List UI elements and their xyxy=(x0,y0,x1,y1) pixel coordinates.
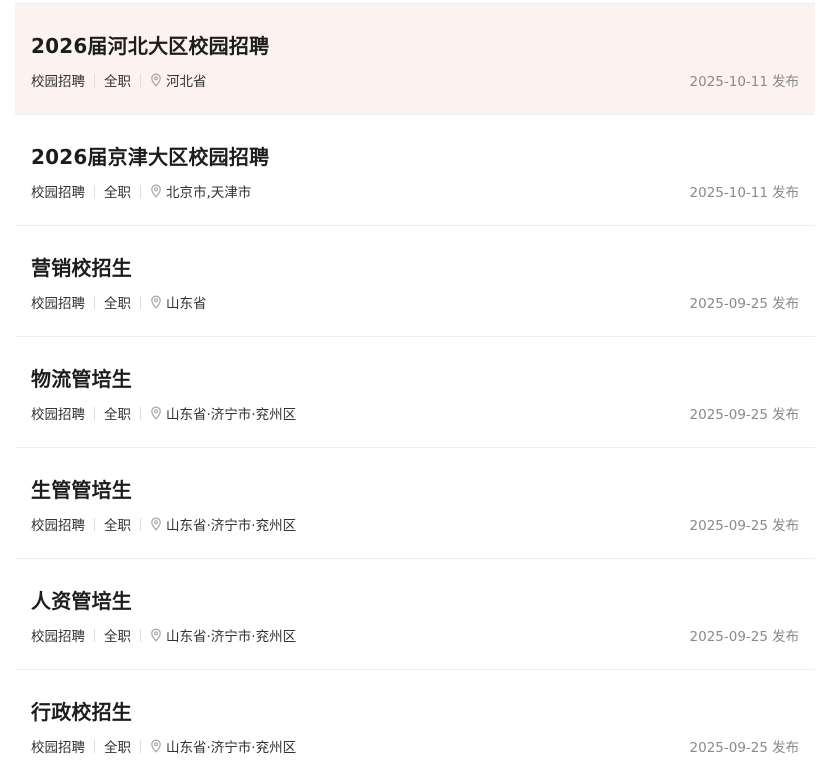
job-nature: 全职 xyxy=(104,629,131,645)
job-list: 2026届河北大区校园招聘 校园招聘 全职 河北省 2025-10-11 发布 2… xyxy=(15,3,815,780)
publish-date-value: 2025-09-25 xyxy=(689,407,768,423)
location-pin-icon xyxy=(151,739,161,753)
job-title[interactable]: 2026届河北大区校园招聘 xyxy=(31,30,269,59)
publish-date: 2025-09-25 发布 xyxy=(690,403,799,423)
job-meta: 校园招聘 全职 山东省·济宁市·兖州区 xyxy=(31,403,296,423)
meta-divider xyxy=(140,73,141,87)
publish-date: 2025-10-11 发布 xyxy=(690,181,799,201)
meta-divider xyxy=(140,184,141,198)
meta-divider xyxy=(140,628,141,642)
job-meta: 校园招聘 全职 河北省 xyxy=(31,70,207,90)
meta-divider xyxy=(140,295,141,309)
meta-divider xyxy=(94,295,95,309)
job-meta: 校园招聘 全职 山东省·济宁市·兖州区 xyxy=(31,736,296,756)
meta-divider xyxy=(94,406,95,420)
location-pin-icon xyxy=(151,628,161,642)
job-location: 河北省 xyxy=(166,74,207,90)
job-type: 校园招聘 xyxy=(31,185,85,201)
publish-date-value: 2025-09-25 xyxy=(689,629,768,645)
job-item[interactable]: 人资管培生 校园招聘 全职 山东省·济宁市·兖州区 2025-09-25 发布 xyxy=(15,558,815,669)
job-meta: 校园招聘 全职 山东省 xyxy=(31,292,207,312)
job-title[interactable]: 营销校招生 xyxy=(31,252,132,281)
location-pin-icon xyxy=(151,295,161,309)
job-item[interactable]: 营销校招生 校园招聘 全职 山东省 2025-09-25 发布 xyxy=(15,225,815,336)
job-location: 山东省 xyxy=(166,296,207,312)
job-meta: 校园招聘 全职 山东省·济宁市·兖州区 xyxy=(31,625,296,645)
publish-suffix: 发布 xyxy=(772,407,799,423)
job-item[interactable]: 行政校招生 校园招聘 全职 山东省·济宁市·兖州区 2025-09-25 发布 xyxy=(15,669,815,780)
publish-suffix: 发布 xyxy=(772,518,799,534)
job-title[interactable]: 行政校招生 xyxy=(31,696,132,725)
meta-divider xyxy=(140,739,141,753)
publish-date-value: 2025-10-11 xyxy=(689,74,768,90)
job-meta: 校园招聘 全职 山东省·济宁市·兖州区 xyxy=(31,514,296,534)
job-nature: 全职 xyxy=(104,185,131,201)
job-title[interactable]: 人资管培生 xyxy=(31,585,132,614)
job-type: 校园招聘 xyxy=(31,740,85,756)
publish-date-value: 2025-09-25 xyxy=(689,518,768,534)
meta-divider xyxy=(94,184,95,198)
location-pin-icon xyxy=(151,184,161,198)
location-pin-icon xyxy=(151,406,161,420)
job-location: 山东省·济宁市·兖州区 xyxy=(166,740,297,756)
job-nature: 全职 xyxy=(104,518,131,534)
job-nature: 全职 xyxy=(104,296,131,312)
meta-divider xyxy=(94,628,95,642)
job-nature: 全职 xyxy=(104,74,131,90)
job-item[interactable]: 2026届河北大区校园招聘 校园招聘 全职 河北省 2025-10-11 发布 xyxy=(15,3,815,114)
job-type: 校园招聘 xyxy=(31,518,85,534)
job-nature: 全职 xyxy=(104,740,131,756)
job-item[interactable]: 物流管培生 校园招聘 全职 山东省·济宁市·兖州区 2025-09-25 发布 xyxy=(15,336,815,447)
publish-date: 2025-09-25 发布 xyxy=(690,292,799,312)
meta-divider xyxy=(94,517,95,531)
publish-suffix: 发布 xyxy=(772,185,799,201)
meta-divider xyxy=(140,517,141,531)
publish-date-value: 2025-09-25 xyxy=(689,296,768,312)
job-type: 校园招聘 xyxy=(31,74,85,90)
job-item[interactable]: 生管管培生 校园招聘 全职 山东省·济宁市·兖州区 2025-09-25 发布 xyxy=(15,447,815,558)
publish-date-value: 2025-09-25 xyxy=(689,740,768,756)
location-pin-icon xyxy=(151,73,161,87)
job-title[interactable]: 生管管培生 xyxy=(31,474,132,503)
job-location: 山东省·济宁市·兖州区 xyxy=(166,629,297,645)
publish-suffix: 发布 xyxy=(772,629,799,645)
job-type: 校园招聘 xyxy=(31,629,85,645)
location-pin-icon xyxy=(151,517,161,531)
meta-divider xyxy=(140,406,141,420)
publish-date: 2025-09-25 发布 xyxy=(690,514,799,534)
job-type: 校园招聘 xyxy=(31,296,85,312)
job-item[interactable]: 2026届京津大区校园招聘 校园招聘 全职 北京市,天津市 2025-10-11… xyxy=(15,114,815,225)
meta-divider xyxy=(94,739,95,753)
job-location: 山东省·济宁市·兖州区 xyxy=(166,407,297,423)
job-meta: 校园招聘 全职 北京市,天津市 xyxy=(31,181,251,201)
publish-suffix: 发布 xyxy=(772,74,799,90)
job-title[interactable]: 2026届京津大区校园招聘 xyxy=(31,141,269,170)
publish-date: 2025-09-25 发布 xyxy=(690,736,799,756)
job-nature: 全职 xyxy=(104,407,131,423)
publish-suffix: 发布 xyxy=(772,296,799,312)
publish-date: 2025-09-25 发布 xyxy=(690,625,799,645)
job-location: 北京市,天津市 xyxy=(166,185,252,201)
job-title[interactable]: 物流管培生 xyxy=(31,363,132,392)
publish-date-value: 2025-10-11 xyxy=(689,185,768,201)
publish-date: 2025-10-11 发布 xyxy=(690,70,799,90)
job-type: 校园招聘 xyxy=(31,407,85,423)
job-location: 山东省·济宁市·兖州区 xyxy=(166,518,297,534)
meta-divider xyxy=(94,73,95,87)
publish-suffix: 发布 xyxy=(772,740,799,756)
